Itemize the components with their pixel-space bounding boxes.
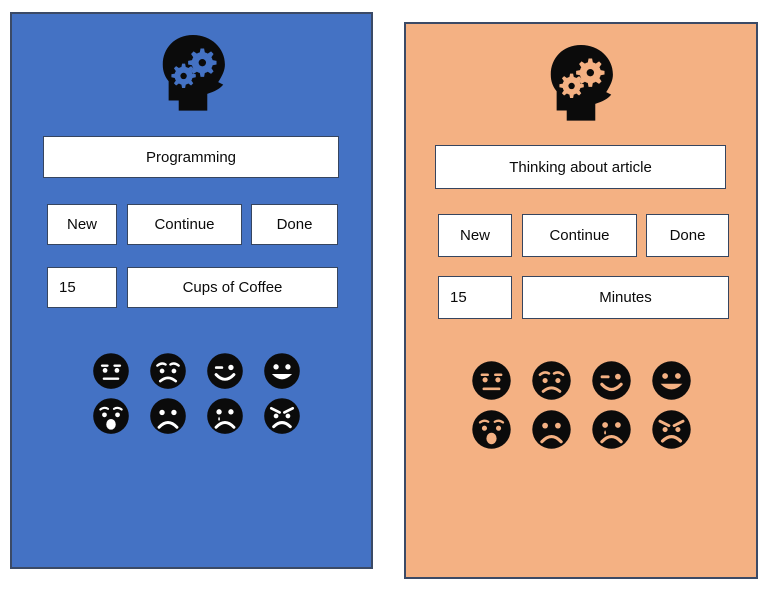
head-gears-icon <box>151 30 235 114</box>
winking-face-icon[interactable] <box>591 360 632 401</box>
sad-face-icon[interactable] <box>531 409 572 450</box>
crying-face-icon[interactable] <box>591 409 632 450</box>
metric-amount-field[interactable]: 15 <box>47 267 117 308</box>
metric-amount-value: 15 <box>59 279 76 296</box>
panel-article: Thinking about article New Continue Done… <box>404 22 758 579</box>
continue-button[interactable]: Continue <box>522 214 637 257</box>
continue-button-label: Continue <box>549 227 610 244</box>
activity-title-field[interactable]: Programming <box>43 136 339 178</box>
crying-face-icon[interactable] <box>206 397 244 435</box>
done-button[interactable]: Done <box>251 204 338 245</box>
activity-title-field[interactable]: Thinking about article <box>435 145 726 189</box>
activity-title-value: Programming <box>145 148 237 166</box>
mockup-canvas: Programming New Continue Done 15 Cups of… <box>0 0 778 596</box>
angry-face-icon[interactable] <box>651 409 692 450</box>
metric-amount-value: 15 <box>450 289 467 306</box>
done-button-label: Done <box>276 216 313 233</box>
sad-face-icon[interactable] <box>149 397 187 435</box>
frowning-face-icon[interactable] <box>149 352 187 390</box>
grinning-face-icon[interactable] <box>651 360 692 401</box>
metric-unit-value: Cups of Coffee <box>182 279 283 296</box>
continue-button[interactable]: Continue <box>127 204 242 245</box>
continue-button-label: Continue <box>154 216 215 233</box>
new-button[interactable]: New <box>438 214 512 257</box>
done-button-label: Done <box>669 227 706 244</box>
metric-unit-field[interactable]: Minutes <box>522 276 729 319</box>
new-button-label: New <box>66 216 97 233</box>
winking-face-icon[interactable] <box>206 352 244 390</box>
new-button[interactable]: New <box>47 204 117 245</box>
new-button-label: New <box>459 227 490 244</box>
metric-amount-field[interactable]: 15 <box>438 276 512 319</box>
angry-face-icon[interactable] <box>263 397 301 435</box>
mood-selector <box>87 352 306 435</box>
grinning-face-icon[interactable] <box>263 352 301 390</box>
panel-programming: Programming New Continue Done 15 Cups of… <box>10 12 373 569</box>
surprised-face-icon[interactable] <box>471 409 512 450</box>
metric-unit-field[interactable]: Cups of Coffee <box>127 267 338 308</box>
activity-title-value: Thinking about article <box>509 158 652 176</box>
frowning-face-icon[interactable] <box>531 360 572 401</box>
mood-selector <box>466 360 696 450</box>
surprised-face-icon[interactable] <box>92 397 130 435</box>
metric-unit-value: Minutes <box>599 289 652 306</box>
neutral-face-icon[interactable] <box>471 360 512 401</box>
done-button[interactable]: Done <box>646 214 729 257</box>
head-gears-icon <box>539 40 623 124</box>
neutral-face-icon[interactable] <box>92 352 130 390</box>
